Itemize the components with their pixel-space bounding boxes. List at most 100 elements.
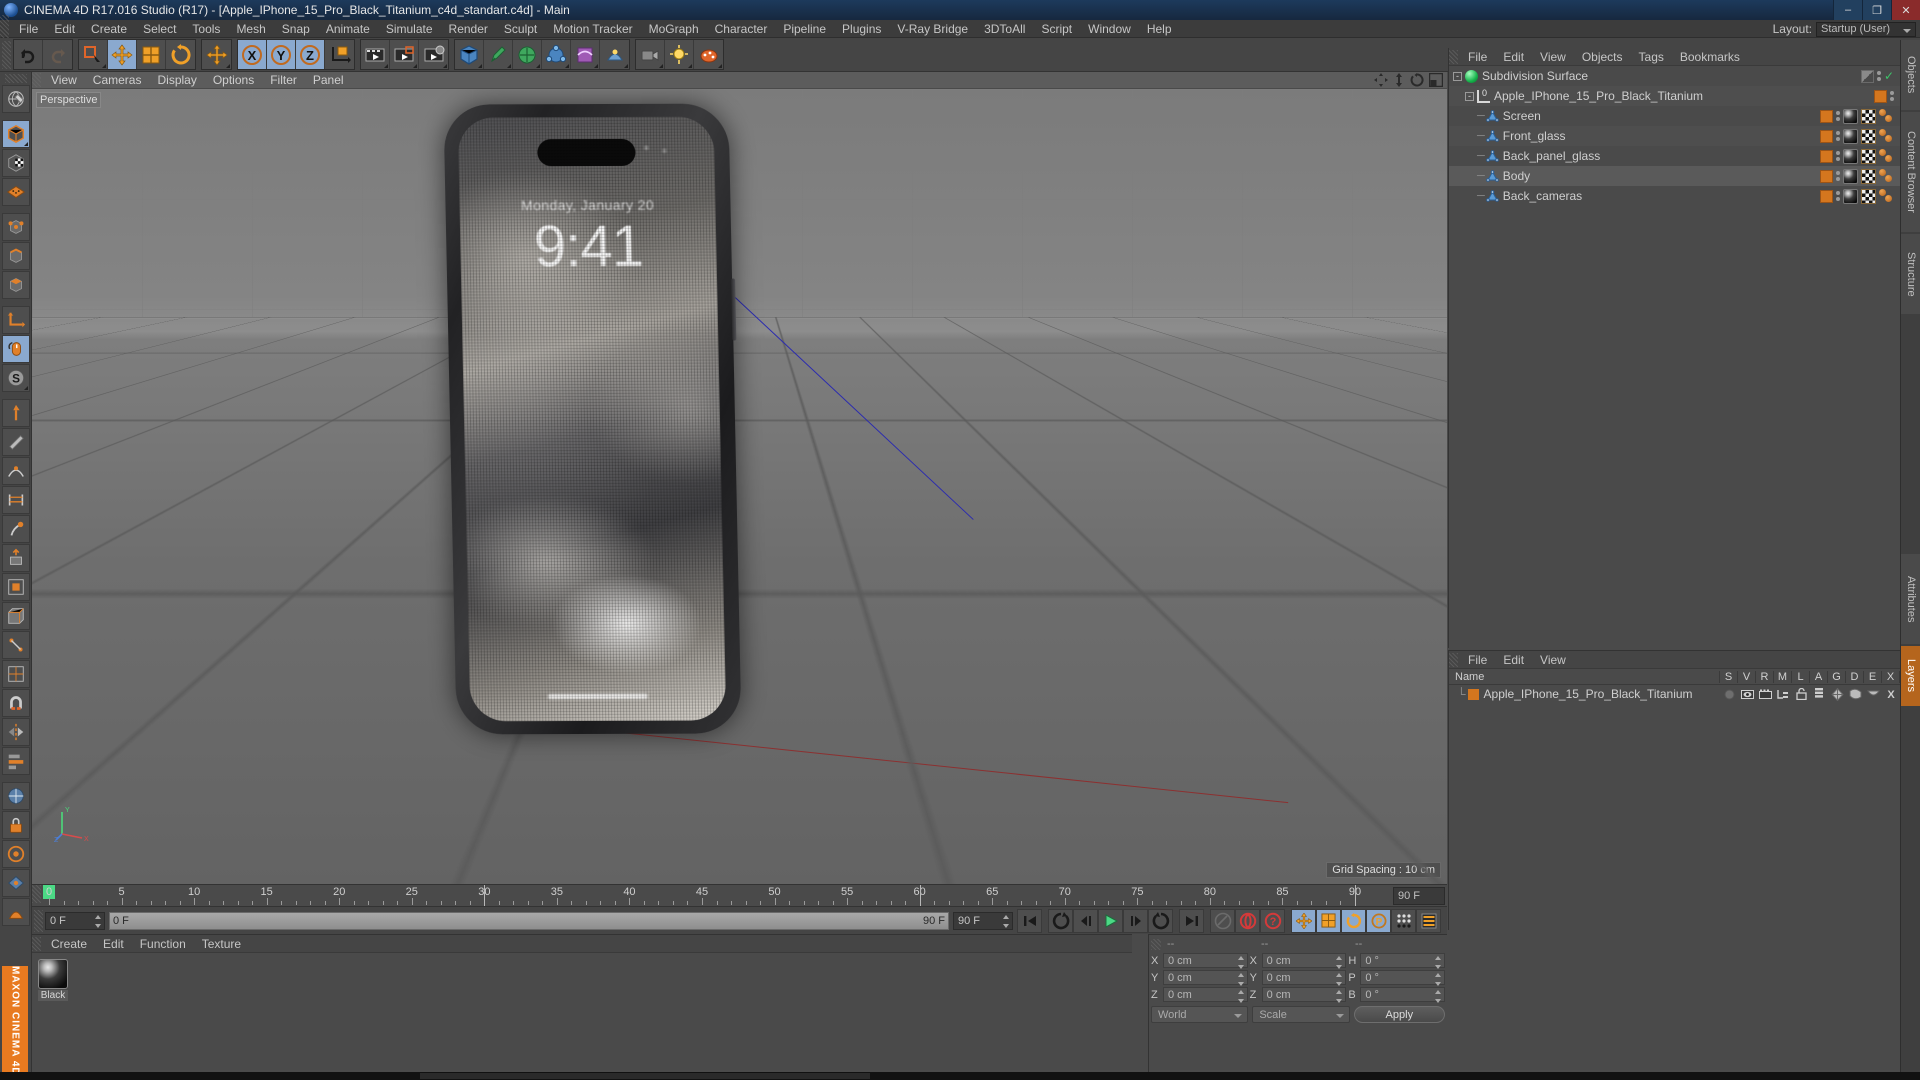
deformer-button[interactable] xyxy=(571,40,600,69)
move-transform-button[interactable] xyxy=(1,399,30,427)
visibility-dots-toggle[interactable] xyxy=(1890,91,1894,101)
paint-button[interactable] xyxy=(694,40,723,69)
scale-tool-button[interactable] xyxy=(137,40,166,69)
menu-window[interactable]: Window xyxy=(1080,20,1139,38)
object-axis-mode-button[interactable] xyxy=(1,306,30,334)
viewport-mouse-button[interactable] xyxy=(1,335,30,363)
render-view-button[interactable] xyxy=(361,40,390,69)
play-button[interactable] xyxy=(1098,908,1123,933)
menu-file[interactable]: File xyxy=(11,20,46,38)
tab-content-browser[interactable]: Content Browser xyxy=(1901,112,1920,232)
menu-animate[interactable]: Animate xyxy=(318,20,378,38)
menu-simulate[interactable]: Simulate xyxy=(378,20,441,38)
menu-mesh[interactable]: Mesh xyxy=(228,20,273,38)
object-menu-grip[interactable] xyxy=(1449,49,1458,64)
layer-manager-toggle[interactable] xyxy=(1774,689,1792,700)
bridge-tool-button[interactable] xyxy=(1,486,30,514)
layer-lock-toggle[interactable] xyxy=(1792,688,1810,700)
size-z-spinner[interactable] xyxy=(1336,990,1343,1003)
lock-z-axis-button[interactable]: Z xyxy=(296,40,325,69)
toolbar-grip[interactable] xyxy=(2,40,11,69)
layer-color-tag[interactable] xyxy=(1820,109,1833,123)
uvw-tag-icon[interactable] xyxy=(1861,148,1876,164)
object-menu-view[interactable]: View xyxy=(1532,48,1574,66)
menu-mograph[interactable]: MoGraph xyxy=(641,20,707,38)
coordinate-mode-dropdown[interactable]: Scale xyxy=(1252,1006,1350,1023)
window-controls[interactable]: – ❐ ✕ xyxy=(1833,0,1920,20)
pos-z-spinner[interactable] xyxy=(1237,990,1245,1003)
material-menu-texture[interactable]: Texture xyxy=(194,935,249,953)
make-editable-button[interactable] xyxy=(1,85,30,113)
snap-mode-button[interactable]: S xyxy=(1,364,30,392)
selection-tag-icon[interactable] xyxy=(1879,188,1894,204)
world-object-coordinates-button[interactable] xyxy=(325,40,354,69)
move-tool-button[interactable] xyxy=(108,40,137,69)
light-flyout[interactable] xyxy=(688,64,692,68)
viewport-menu-display[interactable]: Display xyxy=(149,72,204,89)
object-tree-row[interactable]: ─ Back_panel_glass xyxy=(1449,146,1900,166)
paint-flyout[interactable] xyxy=(718,64,722,68)
layer-col-r[interactable]: R xyxy=(1756,670,1774,683)
maximize-button[interactable]: ❐ xyxy=(1862,0,1891,20)
rot-p-field[interactable]: 0 ° xyxy=(1360,970,1446,986)
lock-y-axis-button[interactable]: Y xyxy=(267,40,296,69)
object-tree-row[interactable]: - Subdivision Surface ✓ xyxy=(1449,66,1900,86)
layer-color-tag[interactable] xyxy=(1820,189,1833,203)
material-tag-icon[interactable] xyxy=(1843,128,1858,144)
layer-col-d[interactable]: D xyxy=(1846,670,1864,683)
polygon-mode-button[interactable] xyxy=(1,271,30,299)
timeline-end-frame-field[interactable]: 90 F xyxy=(1393,887,1445,905)
layer-row[interactable]: └ Apple_IPhone_15_Pro_Black_Titanium X xyxy=(1449,685,1900,703)
menu-edit[interactable]: Edit xyxy=(46,20,83,38)
object-menu-file[interactable]: File xyxy=(1460,48,1495,66)
render-view-flyout[interactable] xyxy=(384,64,388,68)
object-tree-row[interactable]: ─ Front_glass xyxy=(1449,126,1900,146)
coordinate-space-dropdown[interactable]: World xyxy=(1151,1006,1249,1023)
end-frame-field[interactable]: 90 F xyxy=(953,911,1013,930)
material-menu-edit[interactable]: Edit xyxy=(95,935,132,953)
point-mode-button[interactable] xyxy=(1,213,30,241)
menu-select[interactable]: Select xyxy=(135,20,184,38)
object-menu-objects[interactable]: Objects xyxy=(1574,48,1631,66)
visibility-dots-toggle[interactable] xyxy=(1836,151,1840,161)
layer-menu-file[interactable]: File xyxy=(1460,651,1495,669)
viewport-menu-grip[interactable] xyxy=(32,73,41,87)
menu-render[interactable]: Render xyxy=(441,20,496,38)
align-tool-button[interactable] xyxy=(1,747,30,775)
layer-col-l[interactable]: L xyxy=(1792,670,1810,683)
weld-tool-button[interactable] xyxy=(1,631,30,659)
timeline-toggle-button[interactable] xyxy=(1416,908,1441,933)
layer-col-a[interactable]: A xyxy=(1810,670,1828,683)
subdivide-button[interactable] xyxy=(1,660,30,688)
layer-xpresso-toggle[interactable]: X xyxy=(1882,688,1900,700)
step-back-button[interactable] xyxy=(1073,908,1098,933)
rot-h-field[interactable]: 0 ° xyxy=(1360,953,1446,969)
menu-vray-bridge[interactable]: V-Ray Bridge xyxy=(889,20,976,38)
step-forward-button[interactable] xyxy=(1123,908,1148,933)
go-to-start-button[interactable] xyxy=(1017,908,1042,933)
brush-tool-button[interactable] xyxy=(1,515,30,543)
layer-col-e[interactable]: E xyxy=(1864,670,1882,683)
tab-attributes[interactable]: Attributes xyxy=(1901,554,1920,644)
tab-objects[interactable]: Objects xyxy=(1901,40,1920,110)
cube-primitive-flyout[interactable] xyxy=(478,64,482,68)
rot-b-spinner[interactable] xyxy=(1435,990,1442,1003)
layer-col-v[interactable]: V xyxy=(1738,670,1756,683)
selection-tag-icon[interactable] xyxy=(1879,128,1894,144)
spline-pen-button[interactable] xyxy=(484,40,513,69)
add-points-button[interactable] xyxy=(1,457,30,485)
object-tree[interactable]: -Subdivision Surface✓-Apple_IPhone_15_Pr… xyxy=(1449,66,1900,648)
material-tag-icon[interactable] xyxy=(1843,148,1858,164)
iphone-3d-model[interactable]: Monday, January 20 9:41 xyxy=(443,103,742,735)
viewport-menu-cameras[interactable]: Cameras xyxy=(85,72,150,89)
layer-col-g[interactable]: G xyxy=(1828,670,1846,683)
selection-tag-icon[interactable] xyxy=(1879,148,1894,164)
key-position-button[interactable] xyxy=(1291,908,1316,933)
dynamic-place-flyout[interactable] xyxy=(226,64,230,68)
redo-button[interactable] xyxy=(43,40,72,69)
object-menu-bookmarks[interactable]: Bookmarks xyxy=(1672,48,1748,66)
key-rotation-button[interactable] xyxy=(1341,908,1366,933)
size-z-field[interactable]: 0 cm xyxy=(1261,987,1347,1003)
menu-plugins[interactable]: Plugins xyxy=(834,20,889,38)
layer-render-toggle[interactable] xyxy=(1756,689,1774,700)
